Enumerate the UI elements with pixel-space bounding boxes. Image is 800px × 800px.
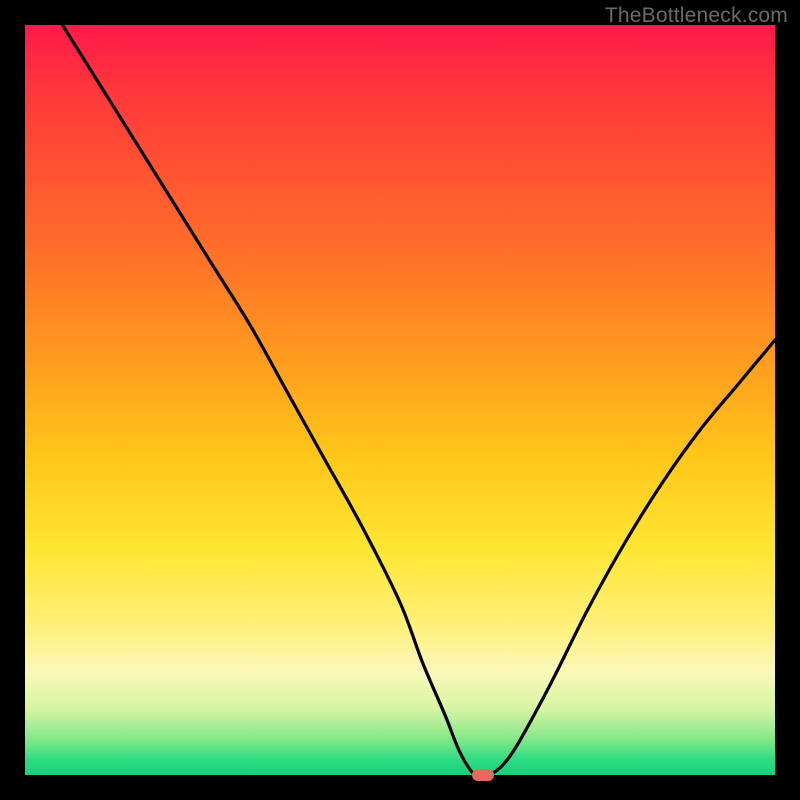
optimal-marker (472, 769, 494, 781)
curve-svg (25, 25, 775, 775)
bottleneck-curve (63, 25, 776, 775)
plot-area (25, 25, 775, 775)
chart-frame: TheBottleneck.com (0, 0, 800, 800)
